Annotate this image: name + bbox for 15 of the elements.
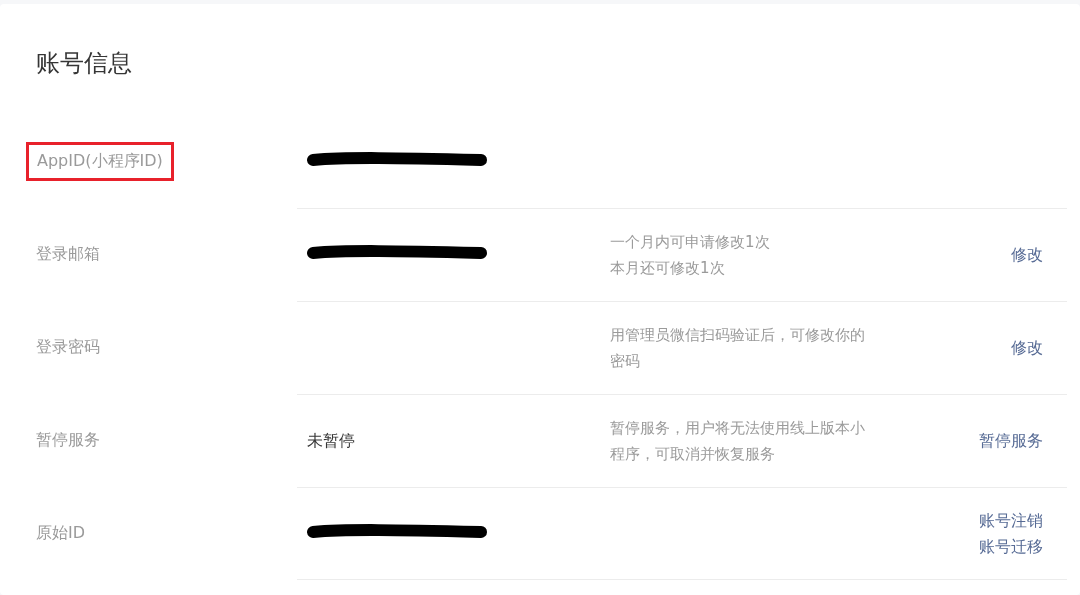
action-link[interactable]: 账号迁移 — [979, 533, 1043, 560]
section-title: 账号信息 — [35, 48, 133, 79]
action-link[interactable]: 修改 — [1011, 335, 1043, 361]
field-label: 原始ID — [36, 523, 86, 544]
description-text: 暂停服务，用户将无法使用线上版本小 程序，可取消并恢复服务 — [610, 418, 866, 465]
field-label: 登录邮箱 — [36, 244, 100, 265]
field-label: 暂停服务 — [36, 430, 100, 451]
description-text: 一个月内可申请修改1次 本月还可修改1次 — [610, 232, 771, 279]
field-label: 登录密码 — [36, 337, 100, 358]
field-label: AppID(小程序ID) — [26, 142, 174, 181]
action-link[interactable]: 暂停服务 — [979, 428, 1043, 454]
action-link[interactable]: 账号注销 — [979, 507, 1043, 534]
field-value: 未暂停 — [307, 430, 355, 450]
description-text: 用管理员微信扫码验证后，可修改你的 密码 — [610, 325, 866, 372]
action-link[interactable]: 修改 — [1011, 242, 1043, 268]
